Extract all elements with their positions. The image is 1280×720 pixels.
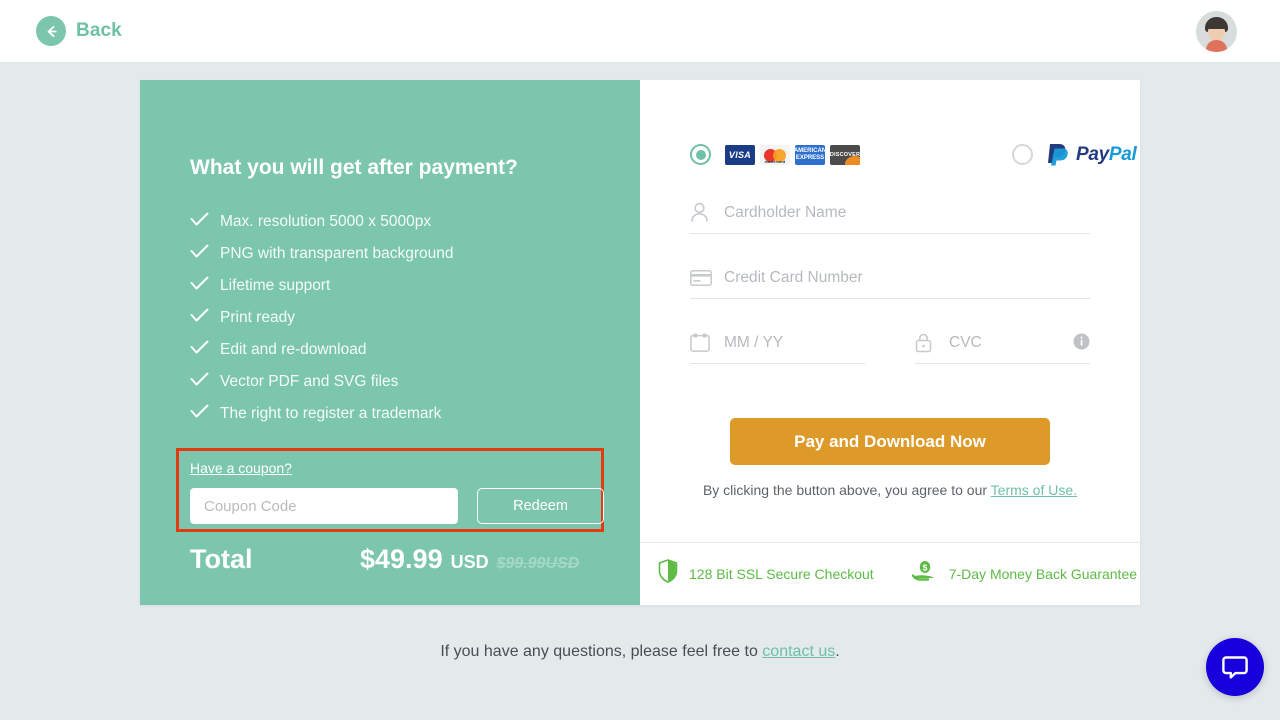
total-label: Total [190, 544, 253, 574]
feature-list: Max. resolution 5000 x 5000px PNG with t… [190, 206, 453, 430]
payment-method-group: VISA mastercard AMERICAN EXPRESS DISCOVER [690, 142, 1137, 167]
feature-label: PNG with transparent background [220, 245, 454, 262]
feature-item: Print ready [190, 302, 453, 334]
chat-bubble-icon [1222, 656, 1248, 679]
lock-icon [915, 333, 949, 353]
svg-text:$: $ [922, 563, 927, 573]
money-back-icon: $ [911, 560, 938, 587]
calendar-icon [690, 333, 724, 352]
radio-paypal[interactable] [1012, 144, 1033, 165]
feature-label: Vector PDF and SVG files [220, 373, 399, 390]
expiry-field[interactable] [690, 322, 865, 364]
credit-card-number-input[interactable] [724, 268, 1090, 287]
avatar-fringe [1207, 22, 1225, 29]
paypal-mark-icon [1048, 144, 1068, 166]
card-number-field[interactable] [690, 257, 1090, 299]
back-arrow-icon [36, 16, 66, 46]
feature-item: Max. resolution 5000 x 5000px [190, 206, 453, 238]
footer-suffix: . [835, 643, 840, 660]
total-currency: USD [450, 552, 489, 572]
money-back-badge: $ 7-Day Money Back Guarantee [911, 560, 1138, 587]
paypal-logo: PayPal [1046, 142, 1137, 167]
info-icon[interactable] [1073, 333, 1090, 355]
check-icon [190, 212, 220, 232]
feature-label: Lifetime support [220, 277, 331, 294]
card-brand-logos: VISA mastercard AMERICAN EXPRESS DISCOVER [725, 144, 860, 165]
terms-of-use-link[interactable]: Terms of Use. [991, 482, 1077, 498]
have-a-coupon-link[interactable]: Have a coupon? [190, 460, 292, 476]
check-icon [190, 244, 220, 264]
trust-badges: 128 Bit SSL Secure Checkout $ 7-Day Mone… [640, 542, 1140, 605]
credit-card-icon [690, 269, 724, 286]
terms-prefix: By clicking the button above, you agree … [702, 482, 991, 498]
back-button[interactable]: Back [36, 16, 122, 46]
pay-and-download-button[interactable]: Pay and Download Now [730, 418, 1050, 465]
footer-help-text: If you have any questions, please feel f… [0, 643, 1280, 661]
feature-item: PNG with transparent background [190, 238, 453, 270]
person-icon [690, 202, 724, 223]
total-price: $49.99 [360, 544, 443, 574]
back-label: Back [76, 20, 122, 41]
ssl-badge-text: 128 Bit SSL Secure Checkout [689, 565, 874, 582]
checkout-card: What you will get after payment? Max. re… [140, 80, 1140, 605]
offer-title: What you will get after payment? [190, 156, 518, 179]
mastercard-icon: mastercard [760, 144, 790, 165]
money-back-badge-text: 7-Day Money Back Guarantee [948, 565, 1138, 582]
amex-icon: AMERICAN EXPRESS [795, 144, 825, 165]
feature-label: Edit and re-download [220, 341, 367, 358]
cvc-field[interactable] [915, 322, 1090, 364]
discover-icon: DISCOVER [830, 144, 860, 165]
check-icon [190, 308, 220, 328]
cardholder-name-input[interactable] [724, 203, 1090, 222]
chat-widget-button[interactable] [1206, 638, 1264, 696]
feature-label: The right to register a trademark [220, 405, 442, 422]
contact-us-link[interactable]: contact us [762, 643, 835, 660]
avatar[interactable] [1196, 11, 1237, 52]
radio-card[interactable] [690, 144, 711, 165]
feature-item: Edit and re-download [190, 334, 453, 366]
check-icon [190, 372, 220, 392]
footer-prefix: If you have any questions, please feel f… [440, 643, 763, 660]
top-header: Back [0, 0, 1280, 63]
paypal-pay-text: Pay [1076, 143, 1109, 165]
feature-item: Vector PDF and SVG files [190, 366, 453, 398]
expiry-date-input[interactable] [724, 333, 865, 352]
feature-label: Print ready [220, 309, 295, 326]
cardholder-field[interactable] [690, 192, 1090, 234]
check-icon [190, 276, 220, 296]
total-old-price: $99.99USD [496, 555, 580, 572]
check-icon [190, 404, 220, 424]
shield-icon [658, 559, 678, 588]
total-values: $49.99 USD $99.99USD [360, 544, 579, 575]
terms-notice: By clicking the button above, you agree … [640, 482, 1140, 498]
feature-item: Lifetime support [190, 270, 453, 302]
payment-method-card[interactable]: VISA mastercard AMERICAN EXPRESS DISCOVER [690, 144, 860, 165]
ssl-badge: 128 Bit SSL Secure Checkout [658, 559, 874, 588]
cvc-input[interactable] [949, 333, 1090, 352]
feature-item: The right to register a trademark [190, 398, 453, 430]
paypal-pal-text: Pal [1108, 143, 1137, 165]
redeem-button[interactable]: Redeem [477, 488, 604, 524]
feature-label: Max. resolution 5000 x 5000px [220, 213, 432, 230]
payment-method-paypal[interactable]: PayPal [1012, 142, 1137, 167]
offer-panel: What you will get after payment? Max. re… [140, 80, 640, 605]
check-icon [190, 340, 220, 360]
visa-icon: VISA [725, 144, 755, 165]
coupon-code-input[interactable] [190, 488, 458, 524]
avatar-body [1206, 40, 1227, 52]
payment-panel: VISA mastercard AMERICAN EXPRESS DISCOVER [640, 80, 1140, 605]
